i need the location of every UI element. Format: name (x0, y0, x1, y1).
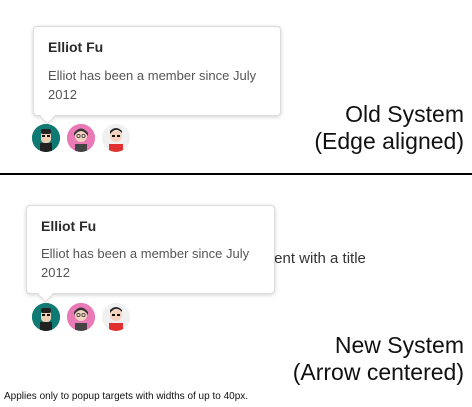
footnote: Applies only to popup targets with width… (4, 391, 249, 402)
new-avatar-2[interactable] (67, 303, 95, 331)
old-avatar-1[interactable] (32, 124, 60, 152)
old-avatar-2[interactable] (67, 124, 95, 152)
old-popup-body: Elliot has been a member since July 2012 (48, 68, 257, 102)
old-system-section: Elliot Fu Elliot has been a member since… (0, 0, 472, 173)
new-avatar-3[interactable] (102, 303, 130, 331)
new-popup-title: Elliot Fu (41, 218, 97, 234)
old-caption-line1: Old System (345, 101, 464, 127)
new-system-section: tent with a title Elliot Fu Elliot has b… (0, 175, 472, 407)
new-caption-line2: (Arrow centered) (292, 359, 464, 385)
new-avatar-1[interactable] (32, 303, 60, 331)
old-caption-line2: (Edge aligned) (314, 128, 464, 154)
old-system-caption: Old System (Edge aligned) (314, 101, 464, 155)
old-popup: Elliot Fu Elliot has been a member since… (33, 26, 281, 116)
new-system-caption: New System (Arrow centered) (293, 332, 464, 386)
new-popup-body: Elliot has been a member since July 2012 (41, 246, 250, 280)
background-content-text: tent with a title (270, 250, 366, 267)
new-popup: Elliot Fu Elliot has been a member since… (26, 205, 275, 294)
old-avatar-3[interactable] (102, 124, 130, 152)
old-popup-title: Elliot Fu (48, 39, 104, 55)
new-caption-line1: New System (334, 332, 464, 358)
